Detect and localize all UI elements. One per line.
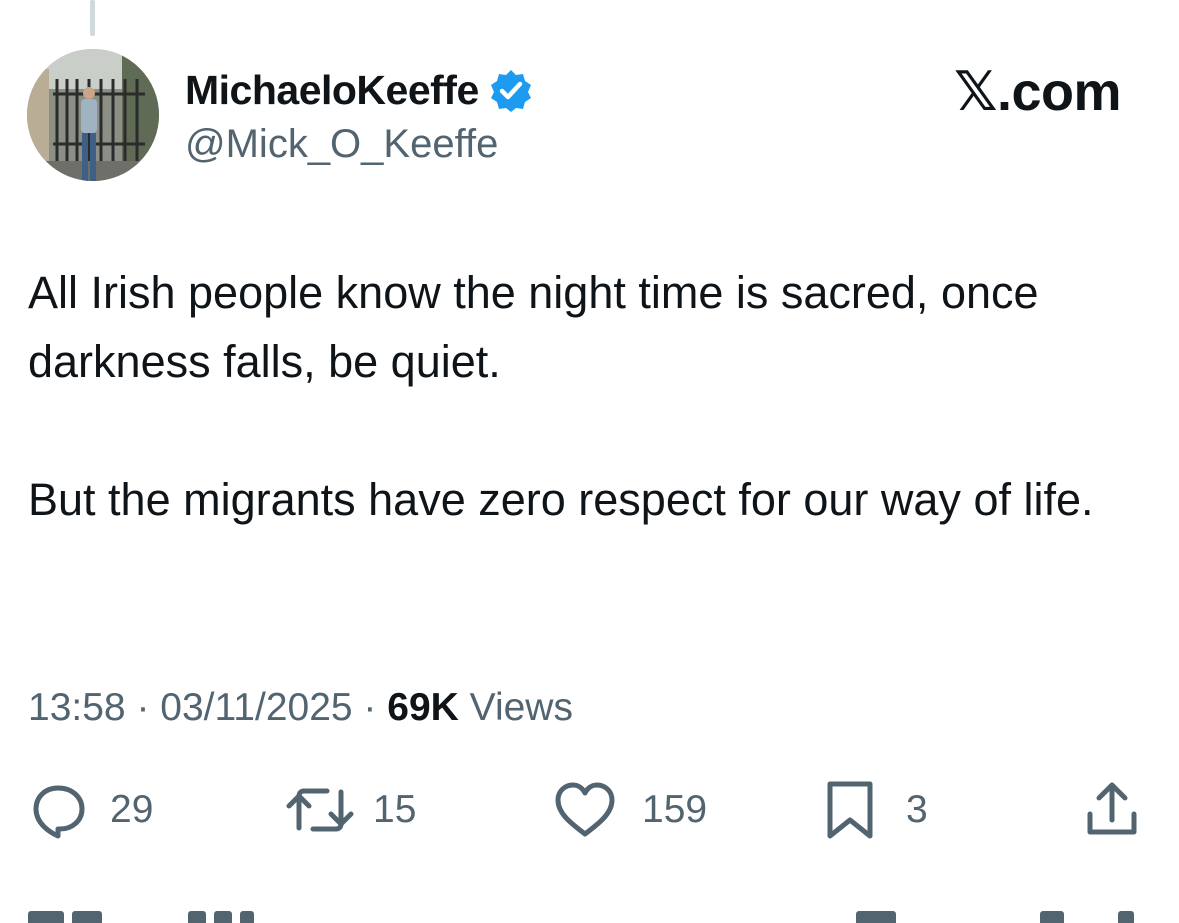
cropped-text-fragment <box>240 911 254 923</box>
author-name-row: MichaeloKeeffe <box>185 64 533 116</box>
cropped-text-fragment <box>214 911 232 923</box>
tweet-text: All Irish people know the night time is … <box>28 258 1138 534</box>
thread-connector-line <box>90 0 95 36</box>
tweet-actions-bar: 29 15 159 3 <box>0 780 1179 840</box>
share-icon <box>1087 782 1137 835</box>
cropped-text-fragment <box>28 911 64 923</box>
like-button[interactable]: 159 <box>552 780 707 840</box>
author-handle[interactable]: @Mick_O_Keeffe <box>185 120 498 168</box>
heart-icon <box>555 782 615 837</box>
views-count: 69K <box>387 686 459 729</box>
bookmark-icon <box>827 781 873 839</box>
share-button[interactable] <box>1082 780 1142 840</box>
repost-icon <box>286 788 354 832</box>
reply-count: 29 <box>110 788 154 831</box>
tweet-paragraph: All Irish people know the night time is … <box>28 267 1039 387</box>
cropped-text-fragment <box>72 911 102 923</box>
cropped-next-row <box>0 909 1179 923</box>
tweet-paragraph: But the migrants have zero respect for o… <box>28 474 1094 525</box>
author-display-name[interactable]: MichaeloKeeffe <box>185 67 479 114</box>
cropped-text-fragment <box>1040 911 1064 923</box>
tweet-metadata: 13:58 · 03/11/2025 · 69K Views <box>28 683 573 733</box>
reply-button[interactable]: 29 <box>28 780 153 840</box>
meta-separator: · <box>352 686 388 729</box>
cropped-text-fragment <box>856 911 896 923</box>
tweet-time[interactable]: 13:58 <box>28 686 126 729</box>
reply-icon <box>33 785 85 839</box>
verified-badge-icon[interactable] <box>489 68 533 112</box>
repost-button[interactable]: 15 <box>285 780 416 840</box>
repost-count: 15 <box>373 788 417 831</box>
cropped-text-fragment <box>188 911 206 923</box>
meta-separator: · <box>125 686 161 729</box>
tweet-date[interactable]: 03/11/2025 <box>160 686 352 729</box>
avatar[interactable] <box>27 49 159 181</box>
bookmark-button[interactable]: 3 <box>824 780 928 840</box>
bookmark-count: 3 <box>906 788 928 831</box>
like-count: 159 <box>642 788 708 831</box>
brand-watermark: 𝕏.com <box>953 62 1122 122</box>
views-label: Views <box>469 686 573 729</box>
cropped-text-fragment <box>1118 911 1134 923</box>
